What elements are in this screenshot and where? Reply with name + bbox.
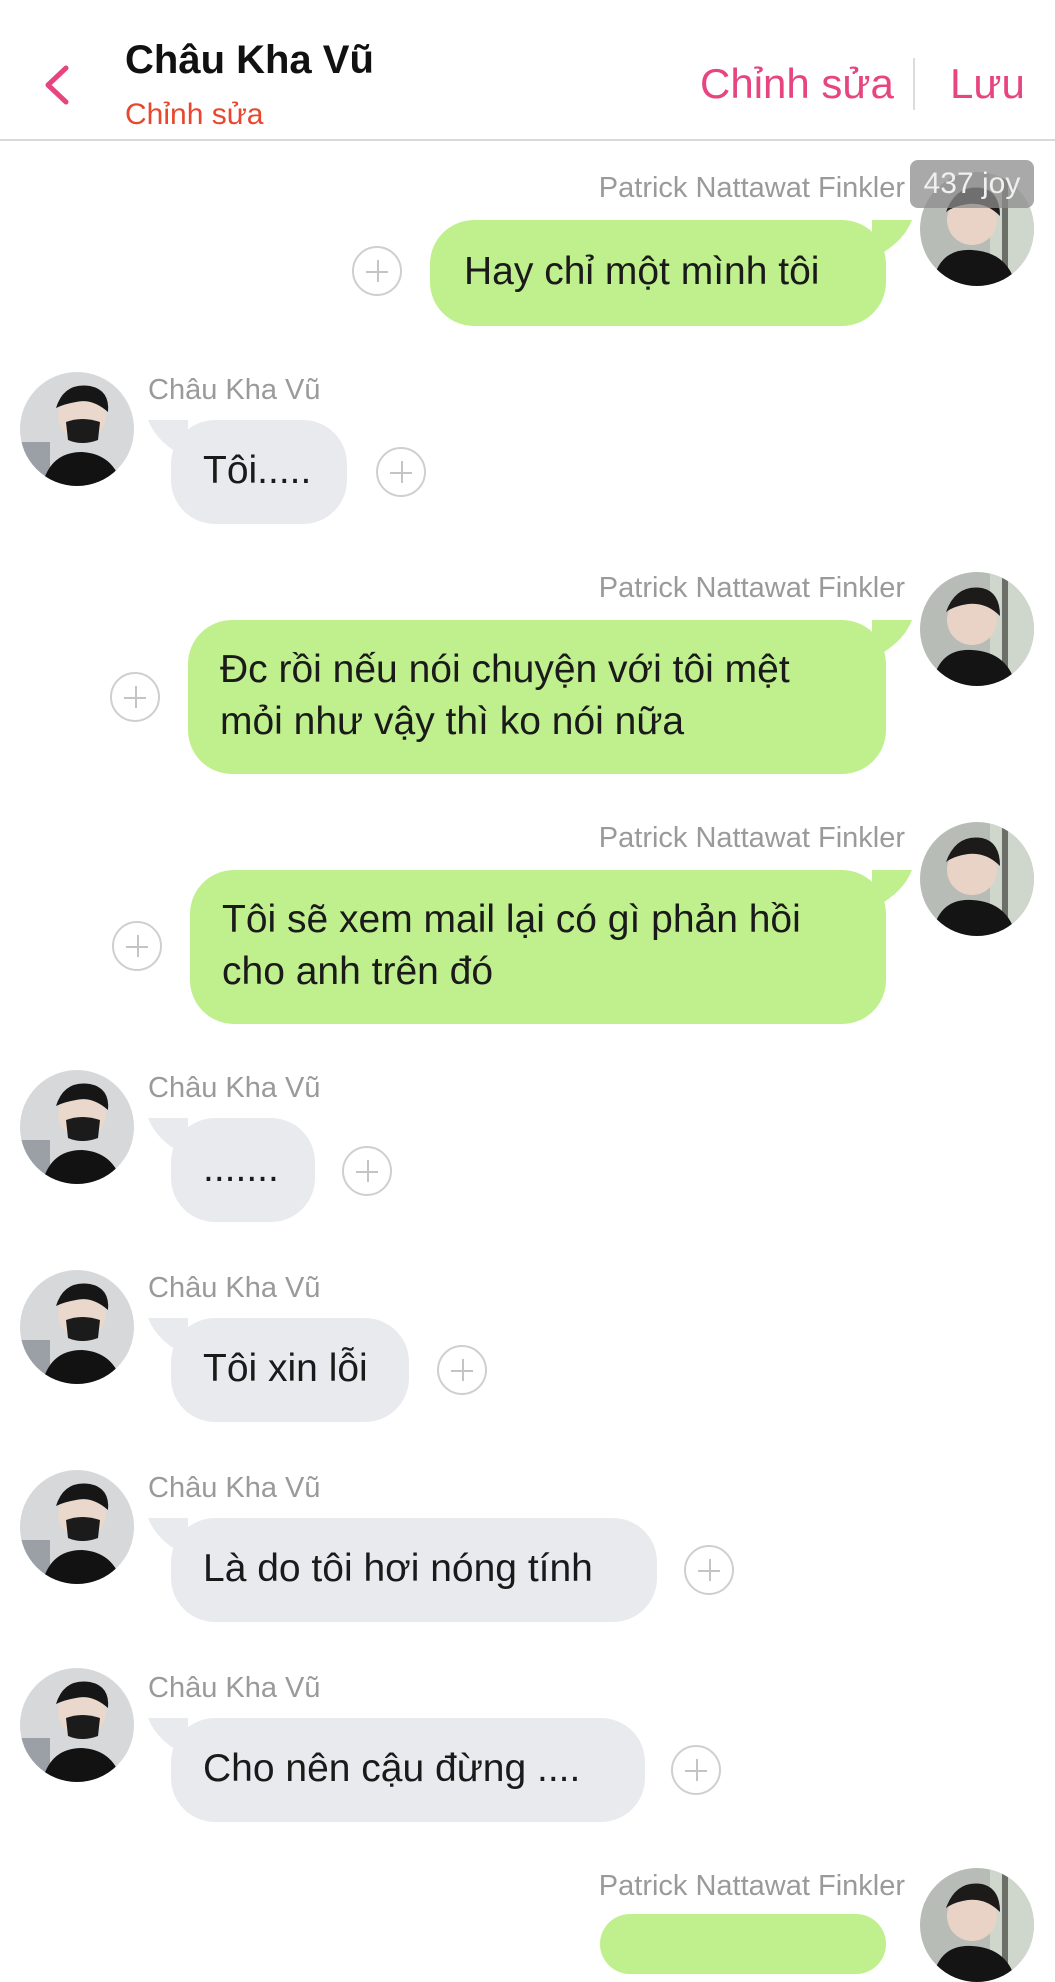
message-text: Là do tôi hơi nóng tính (203, 1547, 593, 1590)
message-bubble[interactable] (600, 1914, 886, 1974)
add-reaction-button[interactable] (342, 1146, 392, 1196)
avatar[interactable] (20, 372, 134, 486)
message-bubble[interactable]: ....... (171, 1118, 315, 1222)
sender-name: Châu Kha Vũ (148, 1272, 321, 1304)
save-button[interactable]: Lưu (950, 60, 1025, 108)
sender-name: Châu Kha Vũ (148, 1672, 321, 1704)
add-reaction-button[interactable] (110, 672, 160, 722)
sender-name: Patrick Nattawat Finkler (598, 572, 905, 604)
message-text: Hay chỉ một mình tôi (464, 250, 820, 293)
message-text: Cho nên cậu đừng .... (203, 1747, 581, 1790)
bubble-tail (872, 620, 912, 658)
sender-name: Châu Kha Vũ (148, 374, 321, 406)
message-text: Tôi xin lỗi (203, 1347, 368, 1390)
message-bubble[interactable]: Tôi xin lỗi (171, 1318, 409, 1422)
message-text: Tôi sẽ xem mail lại có gì phản hồi (222, 898, 801, 941)
chat-title: Châu Kha Vũ (125, 38, 374, 82)
sender-name: Patrick Nattawat Finkler (598, 172, 905, 204)
avatar[interactable] (20, 1668, 134, 1782)
avatar[interactable] (20, 1070, 134, 1184)
avatar[interactable] (20, 1270, 134, 1384)
message-bubble[interactable]: Tôi..... (171, 420, 347, 524)
message-text: cho anh trên đó (222, 950, 494, 993)
edit-button[interactable]: Chỉnh sửa (700, 60, 894, 108)
message-bubble[interactable]: Cho nên cậu đừng .... (171, 1718, 645, 1822)
bubble-tail (872, 220, 912, 258)
points-badge: 437 joy (910, 160, 1034, 208)
sender-name: Châu Kha Vũ (148, 1472, 321, 1504)
avatar[interactable] (20, 1470, 134, 1584)
chat-header: Châu Kha Vũ Chỉnh sửa Chỉnh sửa Lưu (0, 0, 1055, 141)
sender-name: Châu Kha Vũ (148, 1072, 321, 1104)
back-chevron-icon[interactable] (38, 60, 78, 110)
add-reaction-button[interactable] (671, 1745, 721, 1795)
message-text: ....... (203, 1147, 279, 1190)
chat-subtitle[interactable]: Chỉnh sửa (125, 98, 264, 132)
message-bubble[interactable]: Đc rồi nếu nói chuyện với tôi mệt mỏi nh… (188, 620, 886, 774)
sender-name: Patrick Nattawat Finkler (598, 1870, 905, 1902)
message-bubble[interactable]: Hay chỉ một mình tôi (430, 220, 886, 326)
sender-name: Patrick Nattawat Finkler (598, 822, 905, 854)
avatar[interactable] (920, 572, 1034, 686)
add-reaction-button[interactable] (376, 447, 426, 497)
bubble-tail (872, 870, 912, 908)
message-text: mỏi như vậy thì ko nói nữa (220, 700, 685, 743)
add-reaction-button[interactable] (352, 246, 402, 296)
message-text: Đc rồi nếu nói chuyện với tôi mệt (220, 648, 790, 691)
avatar[interactable] (920, 1868, 1034, 1982)
avatar[interactable] (920, 822, 1034, 936)
message-text: Tôi..... (203, 449, 312, 492)
add-reaction-button[interactable] (437, 1345, 487, 1395)
message-bubble[interactable]: Tôi sẽ xem mail lại có gì phản hồi cho a… (190, 870, 886, 1024)
add-reaction-button[interactable] (684, 1545, 734, 1595)
header-divider (913, 58, 915, 110)
message-bubble[interactable]: Là do tôi hơi nóng tính (171, 1518, 657, 1622)
add-reaction-button[interactable] (112, 921, 162, 971)
